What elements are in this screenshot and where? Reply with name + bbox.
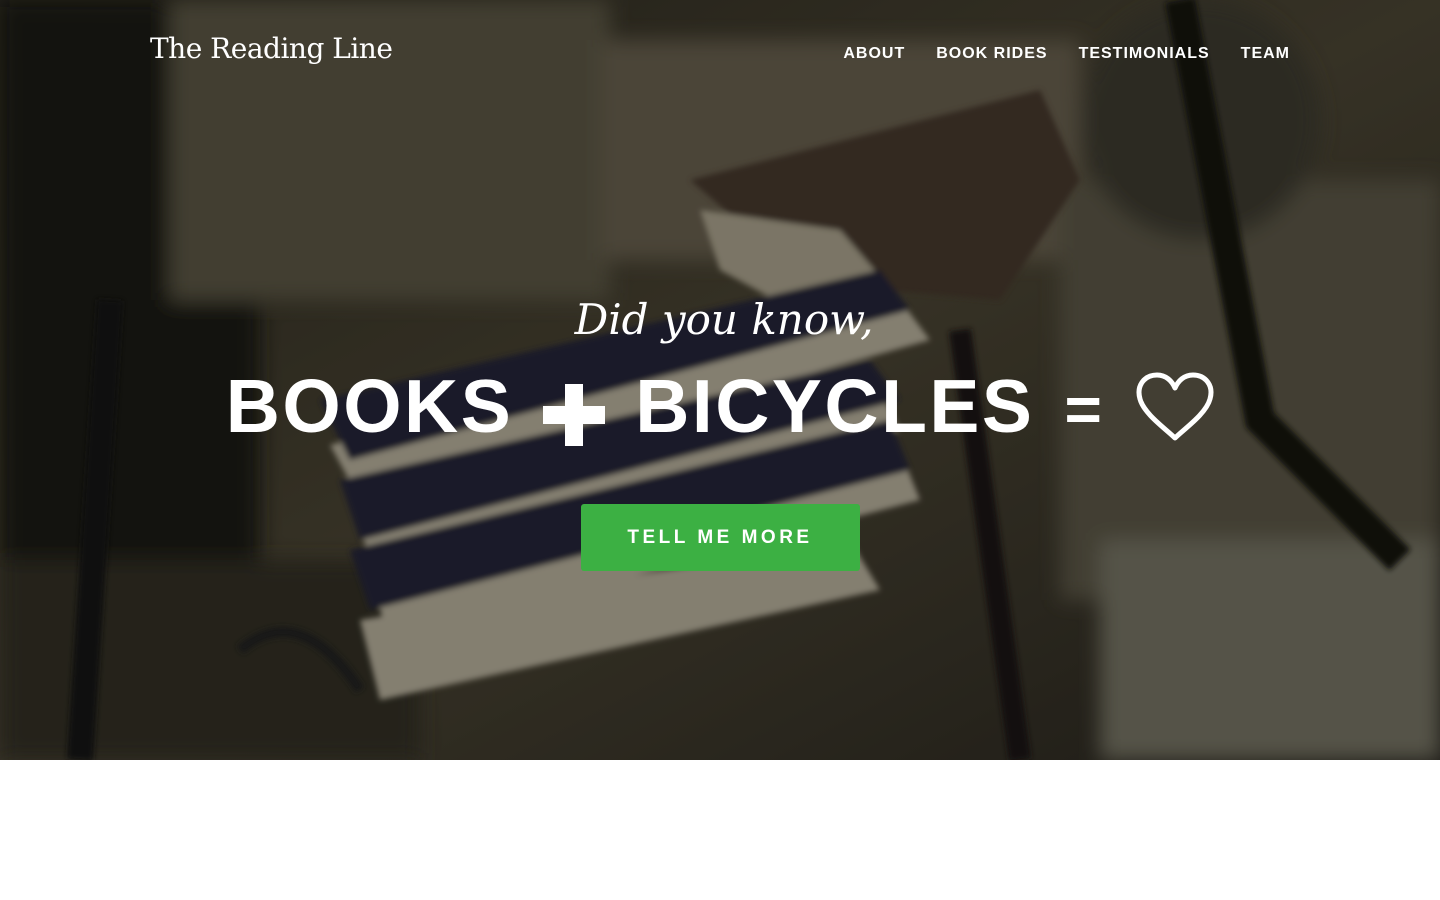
hero-section: The Reading Line ABOUT BOOK RIDES TESTIM… (0, 0, 1440, 760)
plus-icon (543, 375, 606, 446)
nav-link-about[interactable]: ABOUT (843, 45, 905, 62)
headline-word-bicycles: BICYCLES (635, 364, 1035, 448)
tell-me-more-button[interactable]: TELL ME MORE (580, 504, 860, 571)
nav-item-testimonials: TESTIMONIALS (1079, 45, 1210, 63)
brand-logo-link[interactable]: The Reading Line (150, 32, 393, 65)
nav-link-team[interactable]: TEAM (1241, 45, 1290, 62)
hero-headline: BOOKS BICYCLES = (0, 358, 1440, 454)
hero-content: Did you know, BOOKS BICYCLES = TELL ME M… (0, 292, 1440, 571)
below-fold-section (0, 760, 1440, 900)
nav-link-book-rides[interactable]: BOOK RIDES (936, 45, 1047, 62)
top-navbar: The Reading Line ABOUT BOOK RIDES TESTIM… (0, 0, 1440, 110)
nav-link-testimonials[interactable]: TESTIMONIALS (1079, 45, 1210, 62)
heart-outline-icon (1136, 371, 1214, 441)
hero-lead-text: Did you know, (574, 295, 874, 344)
equals-sign: = (1064, 373, 1105, 445)
nav-item-about: ABOUT (843, 45, 905, 63)
nav-item-book-rides: BOOK RIDES (936, 45, 1047, 63)
headline-word-books: BOOKS (225, 364, 514, 448)
nav-menu: ABOUT BOOK RIDES TESTIMONIALS TEAM (843, 45, 1290, 63)
nav-item-team: TEAM (1241, 45, 1290, 63)
